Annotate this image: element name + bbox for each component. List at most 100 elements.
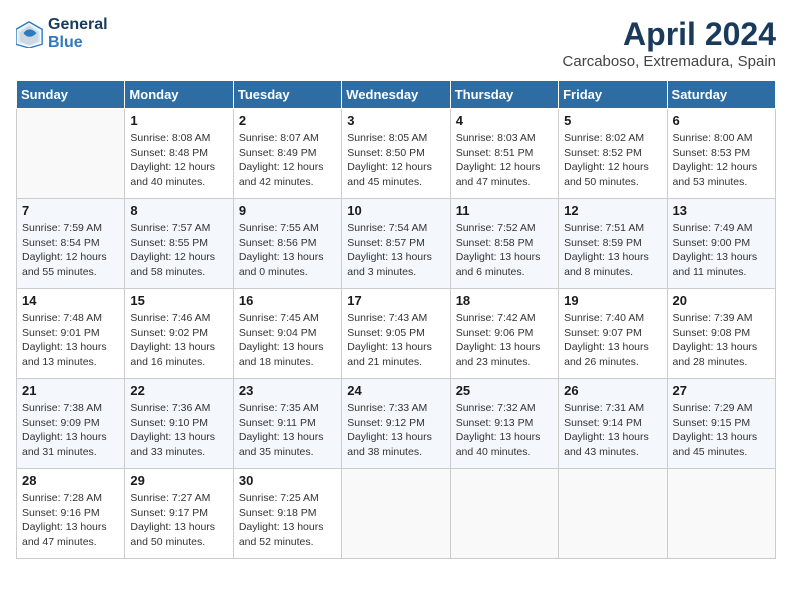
table-row: 16Sunrise: 7:45 AMSunset: 9:04 PMDayligh… bbox=[233, 289, 341, 379]
day-number: 4 bbox=[456, 113, 553, 128]
info-line: Sunset: 9:12 PM bbox=[347, 417, 425, 429]
info-line: Daylight: 12 hours bbox=[22, 251, 107, 263]
table-row bbox=[342, 469, 450, 559]
day-number: 19 bbox=[564, 293, 661, 308]
col-thursday: Thursday bbox=[450, 81, 558, 109]
info-line: Sunset: 9:08 PM bbox=[673, 327, 751, 339]
info-line: and 26 minutes. bbox=[564, 356, 639, 368]
info-line: and 58 minutes. bbox=[130, 266, 205, 278]
day-number: 8 bbox=[130, 203, 227, 218]
info-line: Sunset: 9:18 PM bbox=[239, 507, 317, 519]
info-line: Sunrise: 7:33 AM bbox=[347, 402, 427, 414]
table-row: 18Sunrise: 7:42 AMSunset: 9:06 PMDayligh… bbox=[450, 289, 558, 379]
table-row bbox=[17, 109, 125, 199]
week-row-5: 28Sunrise: 7:28 AMSunset: 9:16 PMDayligh… bbox=[17, 469, 776, 559]
info-line: Daylight: 12 hours bbox=[564, 161, 649, 173]
info-line: and 45 minutes. bbox=[673, 446, 748, 458]
table-row: 15Sunrise: 7:46 AMSunset: 9:02 PMDayligh… bbox=[125, 289, 233, 379]
calendar-header-row: Sunday Monday Tuesday Wednesday Thursday… bbox=[17, 81, 776, 109]
info-line: Daylight: 13 hours bbox=[564, 341, 649, 353]
table-row: 3Sunrise: 8:05 AMSunset: 8:50 PMDaylight… bbox=[342, 109, 450, 199]
table-row: 7 Sunrise: 7:59 AMSunset: 8:54 PMDaylight… bbox=[17, 199, 125, 289]
info-line: and 47 minutes. bbox=[22, 536, 97, 548]
info-line: Daylight: 12 hours bbox=[456, 161, 541, 173]
info-line: Sunrise: 7:27 AM bbox=[130, 492, 210, 504]
info-line: Sunrise: 7:25 AM bbox=[239, 492, 319, 504]
week-row-2: 7 Sunrise: 7:59 AMSunset: 8:54 PMDaylight… bbox=[17, 199, 776, 289]
info-line: Sunset: 9:13 PM bbox=[456, 417, 534, 429]
info-line: and 18 minutes. bbox=[239, 356, 314, 368]
day-number: 17 bbox=[347, 293, 444, 308]
day-info: Sunrise: 7:59 AMSunset: 8:54 PMDaylight:… bbox=[22, 221, 119, 280]
table-row: 27Sunrise: 7:29 AMSunset: 9:15 PMDayligh… bbox=[667, 379, 775, 469]
info-line: and 0 minutes. bbox=[239, 266, 308, 278]
week-row-3: 14Sunrise: 7:48 AMSunset: 9:01 PMDayligh… bbox=[17, 289, 776, 379]
info-line: Daylight: 13 hours bbox=[564, 251, 649, 263]
info-line: Sunset: 9:02 PM bbox=[130, 327, 208, 339]
table-row: 13 Sunrise: 7:49 AM Sunset: 9:00 PM Dayligh… bbox=[667, 199, 775, 289]
day-number: 7 bbox=[22, 203, 119, 218]
info-line: Sunset: 9:17 PM bbox=[130, 507, 208, 519]
info-line: Sunset: 8:58 PM bbox=[456, 237, 534, 249]
info-line: Sunrise: 7:36 AM bbox=[130, 402, 210, 414]
info-line: Sunset: 8:51 PM bbox=[456, 147, 534, 159]
info-line: Daylight: 12 hours bbox=[239, 161, 324, 173]
info-line: Daylight: 13 hours bbox=[673, 251, 758, 263]
info-line: Sunset: 8:52 PM bbox=[564, 147, 642, 159]
info-line: Daylight: 13 hours bbox=[239, 341, 324, 353]
info-line: and 40 minutes. bbox=[130, 176, 205, 188]
info-line: Sunrise: 7:31 AM bbox=[564, 402, 644, 414]
info-line: Daylight: 12 hours bbox=[130, 251, 215, 263]
table-row: 10Sunrise: 7:54 AMSunset: 8:57 PMDayligh… bbox=[342, 199, 450, 289]
table-row: 5Sunrise: 8:02 AMSunset: 8:52 PMDaylight… bbox=[559, 109, 667, 199]
info-line: Sunrise: 7:38 AM bbox=[22, 402, 102, 414]
table-row: 4 Sunrise: 8:03 AMSunset: 8:51 PMDaylight… bbox=[450, 109, 558, 199]
info-line: Daylight: 13 hours bbox=[347, 431, 432, 443]
info-line: Sunset: 9:00 PM bbox=[673, 237, 751, 249]
info-line: Daylight: 13 hours bbox=[130, 431, 215, 443]
info-line: and 42 minutes. bbox=[239, 176, 314, 188]
info-line: and 50 minutes. bbox=[564, 176, 639, 188]
day-number: 26 bbox=[564, 383, 661, 398]
day-number: 13 bbox=[673, 203, 770, 218]
table-row: 8 Sunrise: 7:57 AMSunset: 8:55 PMDaylight… bbox=[125, 199, 233, 289]
info-line: Sunset: 9:07 PM bbox=[564, 327, 642, 339]
info-line: and 33 minutes. bbox=[130, 446, 205, 458]
day-info: Sunrise: 7:46 AM Sunset: 9:02 PM Daylight:… bbox=[130, 311, 227, 370]
info-line: Sunset: 9:09 PM bbox=[22, 417, 100, 429]
info-line: Sunrise: 7:42 AM bbox=[456, 312, 536, 324]
info-line: Daylight: 12 hours bbox=[347, 161, 432, 173]
table-row: 14Sunrise: 7:48 AMSunset: 9:01 PMDayligh… bbox=[17, 289, 125, 379]
table-row: 22Sunrise: 7:36 AMSunset: 9:10 PMDayligh… bbox=[125, 379, 233, 469]
day-number: 20 bbox=[673, 293, 770, 308]
info-line: Sunset: 8:57 PM bbox=[347, 237, 425, 249]
day-number: 23 bbox=[239, 383, 336, 398]
day-info: Sunrise: 8:03 AMSunset: 8:51 PMDaylight:… bbox=[456, 131, 553, 190]
info-line: Daylight: 13 hours bbox=[239, 431, 324, 443]
info-line: Sunrise: 7:46 AM bbox=[130, 312, 210, 324]
info-line: Daylight: 13 hours bbox=[347, 251, 432, 263]
calendar-title: April 2024 bbox=[563, 16, 776, 53]
info-line: and 53 minutes. bbox=[673, 176, 748, 188]
table-row: 9Sunrise: 7:55 AMSunset: 8:56 PMDaylight… bbox=[233, 199, 341, 289]
info-line: and 28 minutes. bbox=[673, 356, 748, 368]
info-line: and 45 minutes. bbox=[347, 176, 422, 188]
info-line: Sunrise: 7:55 AM bbox=[239, 222, 319, 234]
table-row: 25Sunrise: 7:32 AMSunset: 9:13 PMDayligh… bbox=[450, 379, 558, 469]
day-info: Sunrise: 7:57 AMSunset: 8:55 PMDaylight:… bbox=[130, 221, 227, 280]
info-line: Sunrise: 7:39 AM bbox=[673, 312, 753, 324]
col-friday: Friday bbox=[559, 81, 667, 109]
info-line: Sunset: 8:53 PM bbox=[673, 147, 751, 159]
info-line: Daylight: 13 hours bbox=[130, 341, 215, 353]
table-row bbox=[667, 469, 775, 559]
info-line: Sunset: 8:50 PM bbox=[347, 147, 425, 159]
logo-text: General Blue bbox=[48, 16, 108, 52]
day-number: 29 bbox=[130, 473, 227, 488]
info-line: Sunrise: 7:51 AM bbox=[564, 222, 644, 234]
info-line: Sunrise: 7:49 AM bbox=[673, 222, 753, 234]
info-line: and 13 minutes. bbox=[22, 356, 97, 368]
day-info: Sunrise: 8:08 AMSunset: 8:48 PMDaylight:… bbox=[130, 131, 227, 190]
info-line: and 40 minutes. bbox=[456, 446, 531, 458]
info-line: and 47 minutes. bbox=[456, 176, 531, 188]
day-info: Sunrise: 7:31 AMSunset: 9:14 PMDaylight:… bbox=[564, 401, 661, 460]
